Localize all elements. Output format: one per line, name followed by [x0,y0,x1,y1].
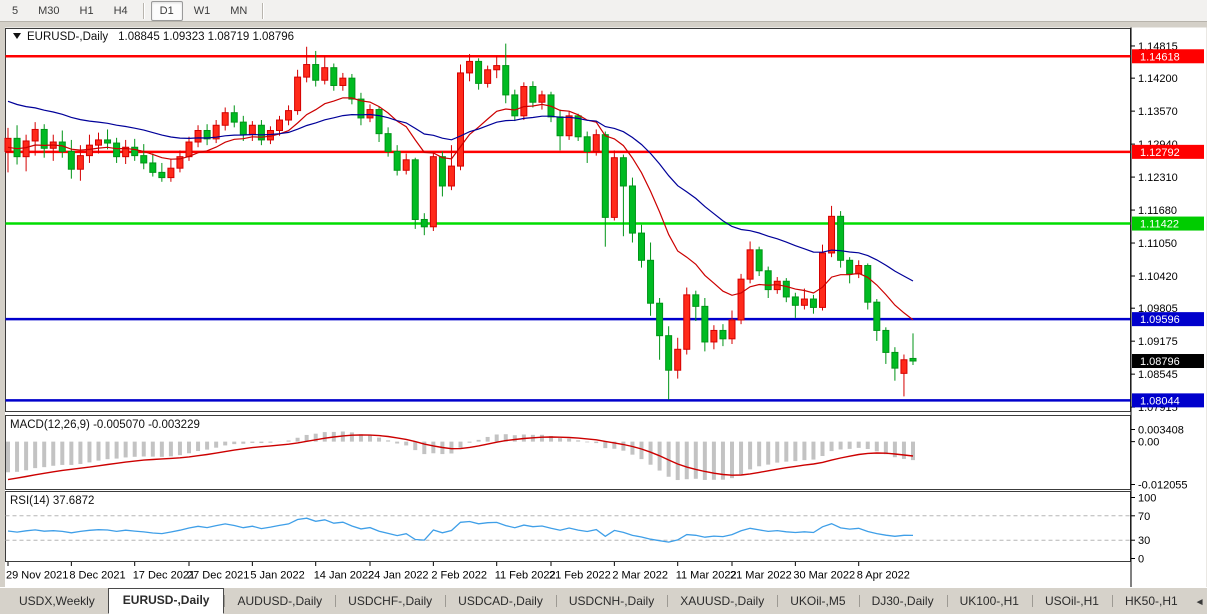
tab-xauusd-daily[interactable]: XAUUSD-,Daily [667,589,777,614]
svg-text:2 Feb 2022: 2 Feb 2022 [431,570,487,582]
svg-text:8 Dec 2021: 8 Dec 2021 [69,570,125,582]
svg-text:27 Dec 2021: 27 Dec 2021 [187,570,249,582]
svg-text:30: 30 [1138,535,1150,547]
svg-text:70: 70 [1138,511,1150,523]
tab-usdchf-daily[interactable]: USDCHF-,Daily [335,589,445,614]
timeframe-button-5[interactable]: 5 [3,1,27,21]
timeframe-button-d1[interactable]: D1 [151,1,183,21]
svg-text:14 Jan 2022: 14 Jan 2022 [314,570,375,582]
price-tag: 1.11422 [1132,217,1204,231]
svg-text:29 Nov 2021: 29 Nov 2021 [6,570,68,582]
tab-usdcnh-daily[interactable]: USDCNH-,Daily [556,589,667,614]
tab-hk50-h1[interactable]: HK50-,H1 [1112,589,1191,614]
tab-usdx-weekly[interactable]: USDX,Weekly [6,589,108,614]
svg-text:0.003408: 0.003408 [1138,425,1184,437]
svg-text:11 Feb 2022: 11 Feb 2022 [495,570,556,582]
svg-text:1.11422: 1.11422 [1140,219,1179,231]
tab-scroll-left-icon[interactable]: ◄ [1195,597,1205,608]
price-tag: 1.09596 [1132,312,1204,326]
svg-text:17 Dec 2021: 17 Dec 2021 [133,570,195,582]
timeframe-toolbar: 5M30H1H4 D1W1MN [0,0,1207,22]
svg-text:1.12792: 1.12792 [1140,147,1180,159]
svg-text:100: 100 [1138,493,1156,505]
svg-text:1.09596: 1.09596 [1140,314,1180,326]
timeframe-button-mn[interactable]: MN [221,1,256,21]
svg-text:5 Jan 2022: 5 Jan 2022 [250,570,304,582]
svg-text:1.14200: 1.14200 [1138,73,1178,85]
toolbar-separator [143,3,145,19]
svg-text:1.13570: 1.13570 [1138,106,1178,118]
svg-text:1.11050: 1.11050 [1138,238,1177,250]
svg-text:8 Apr 2022: 8 Apr 2022 [857,570,910,582]
price-tag: 1.14618 [1132,49,1204,63]
svg-text:30 Mar 2022: 30 Mar 2022 [793,570,855,582]
svg-text:1.08545: 1.08545 [1138,369,1178,381]
timeframe-button-w1[interactable]: W1 [185,1,220,21]
price-tag: 1.08044 [1132,393,1204,407]
price-chart-canvas: 1.148151.142001.135701.129401.123101.116… [0,23,1207,587]
svg-text:21 Mar 2022: 21 Mar 2022 [730,570,792,582]
timeframe-button-h1[interactable]: H1 [71,1,103,21]
svg-text:1.12310: 1.12310 [1138,172,1178,184]
tab-audusd-daily[interactable]: AUDUSD-,Daily [224,589,335,614]
svg-text:1.11680: 1.11680 [1138,205,1177,217]
svg-text:21 Feb 2022: 21 Feb 2022 [549,570,611,582]
tab-uk100-h1[interactable]: UK100-,H1 [947,589,1032,614]
svg-text:11 Mar 2022: 11 Mar 2022 [676,570,737,582]
timeframe-button-m30[interactable]: M30 [29,1,68,21]
tab-scroll-controls: ◄► [1191,597,1207,614]
tab-ukoil-m5[interactable]: UKOil-,M5 [777,589,858,614]
tab-dj30-daily[interactable]: DJ30-,Daily [859,589,947,614]
svg-text:-0.012055: -0.012055 [1138,480,1188,492]
svg-text:1.10420: 1.10420 [1138,271,1178,283]
svg-text:0: 0 [1138,554,1144,566]
tab-eurusd-daily[interactable]: EURUSD-,Daily [108,588,225,614]
svg-text:0.00: 0.00 [1138,437,1159,449]
svg-text:1.14618: 1.14618 [1140,51,1180,63]
svg-text:2 Mar 2022: 2 Mar 2022 [612,570,668,582]
svg-text:24 Jan 2022: 24 Jan 2022 [368,570,429,582]
svg-text:1.09175: 1.09175 [1138,336,1178,348]
symbol-tab-bar: USDX,WeeklyEURUSD-,DailyAUDUSD-,DailyUSD… [0,587,1207,614]
svg-text:1.08044: 1.08044 [1140,395,1180,407]
price-tag: 1.12792 [1132,145,1204,159]
tab-usoil-h1[interactable]: USOil-,H1 [1032,589,1112,614]
toolbar-separator [262,3,264,19]
chart-window: 1.148151.142001.135701.129401.123101.116… [0,23,1207,587]
tab-usdcad-daily[interactable]: USDCAD-,Daily [445,589,556,614]
timeframe-button-h4[interactable]: H4 [105,1,137,21]
svg-text:1.08796: 1.08796 [1140,356,1180,368]
price-tag: 1.08796 [1132,354,1204,368]
